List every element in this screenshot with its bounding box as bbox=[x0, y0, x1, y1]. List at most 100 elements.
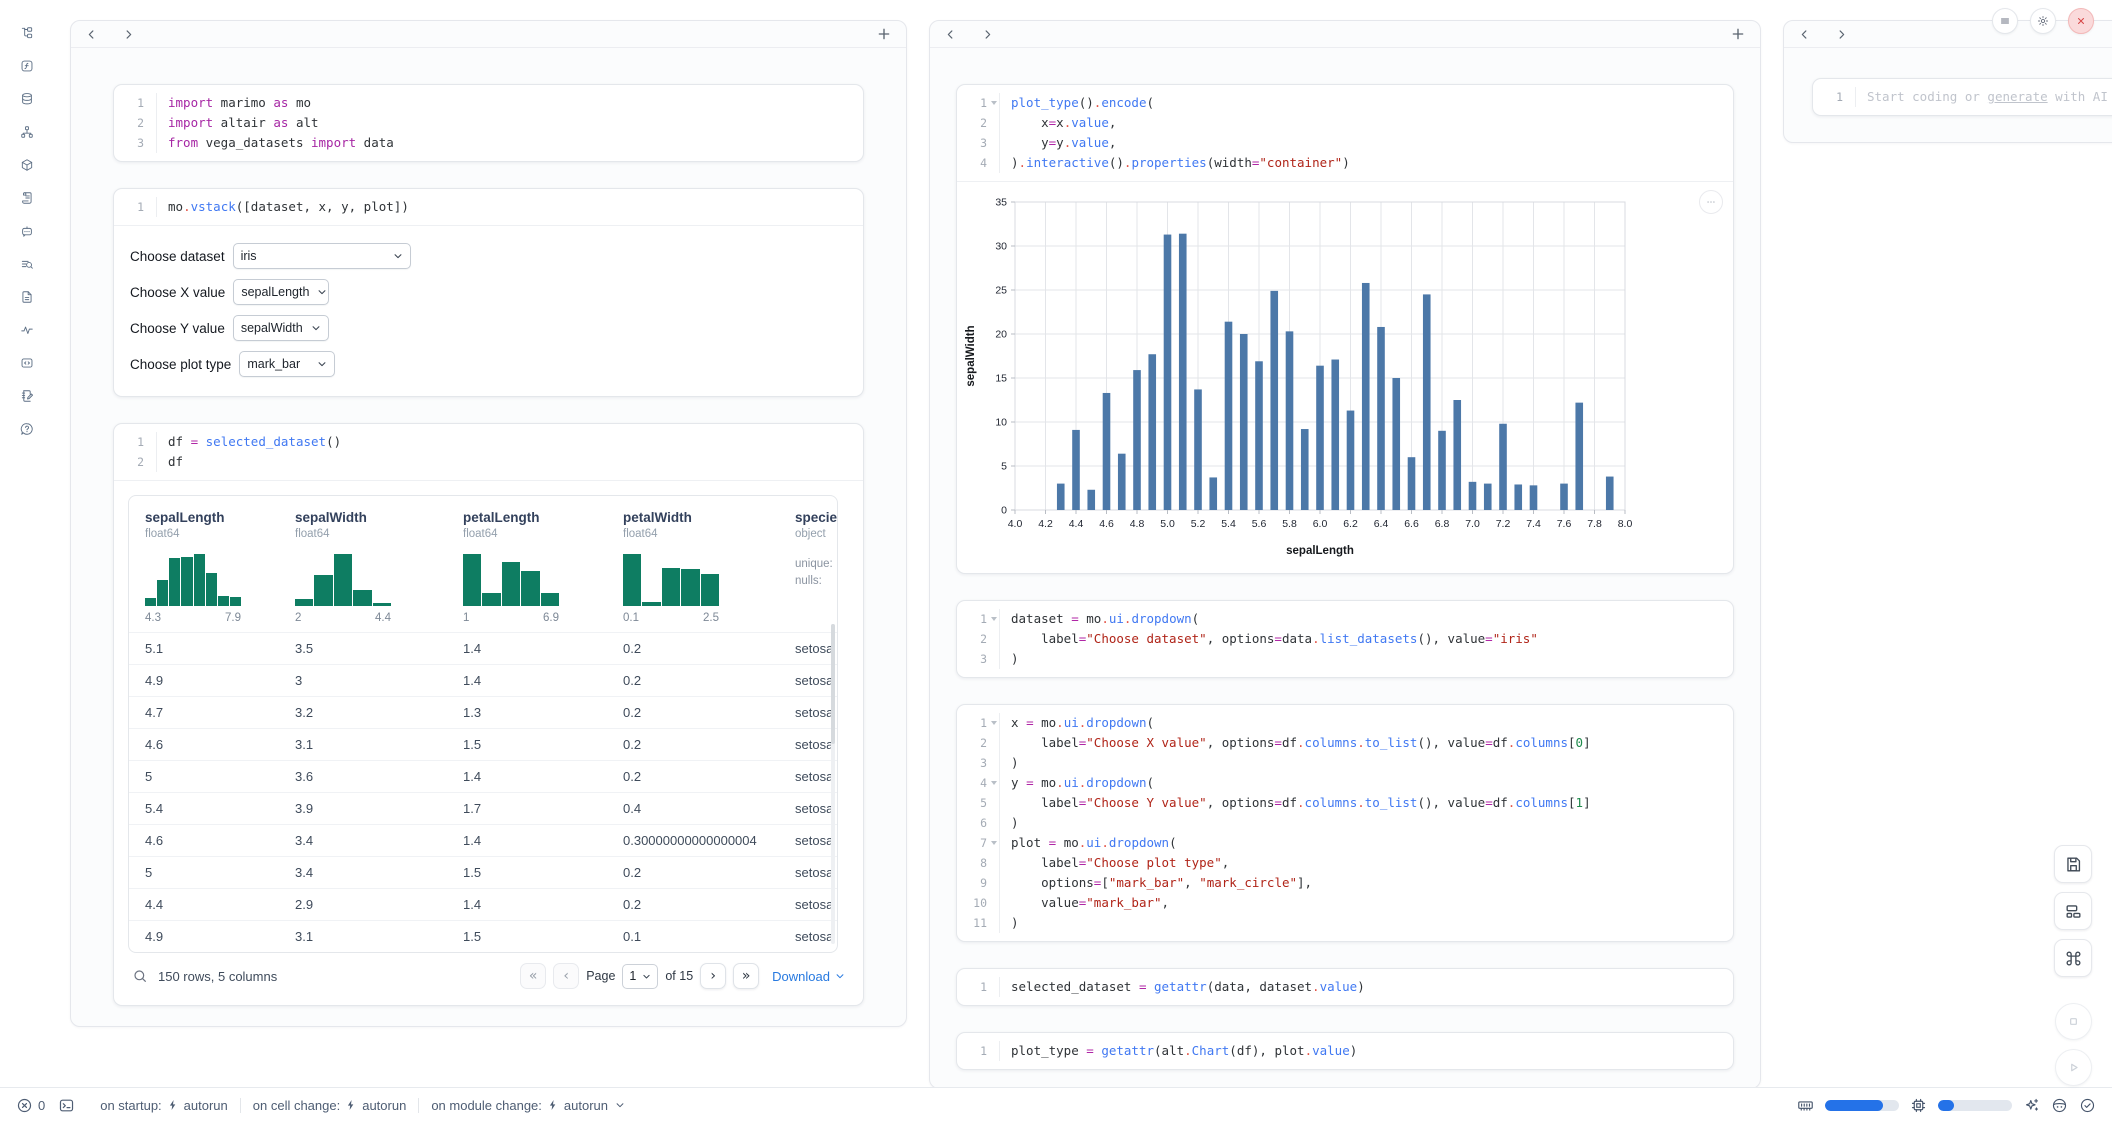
table-row: 4.63.11.50.2setosa bbox=[129, 728, 837, 760]
table-cell: 0.2 bbox=[623, 673, 775, 688]
menu-icon[interactable] bbox=[1992, 8, 2018, 34]
document-icon[interactable] bbox=[14, 284, 40, 310]
help-icon[interactable] bbox=[14, 416, 40, 442]
table-scrollbar[interactable] bbox=[831, 624, 835, 944]
add-cell-icon[interactable] bbox=[1730, 26, 1746, 42]
svg-text:5.0: 5.0 bbox=[1160, 518, 1175, 530]
bot-icon[interactable] bbox=[2051, 1097, 2068, 1114]
line-number: 1 bbox=[980, 1041, 989, 1061]
y-value-dropdown[interactable]: sepalWidth bbox=[233, 315, 329, 341]
file-tree-icon[interactable] bbox=[14, 20, 40, 46]
svg-text:8.0: 8.0 bbox=[1618, 518, 1633, 530]
svg-text:6.4: 6.4 bbox=[1374, 518, 1389, 530]
activity-icon[interactable] bbox=[14, 317, 40, 343]
autorun-setting[interactable]: on startup:autorun bbox=[88, 1098, 240, 1113]
dataset-dropdown[interactable]: iris bbox=[233, 243, 411, 269]
svg-text:6.6: 6.6 bbox=[1404, 518, 1419, 530]
download-button[interactable]: Download bbox=[772, 969, 845, 984]
terminal-icon[interactable] bbox=[58, 1097, 75, 1114]
chevron-right-icon[interactable] bbox=[981, 28, 994, 41]
code-editor[interactable]: 1plot_type().encode(2 x=x.value,3 y=y.va… bbox=[957, 85, 1733, 181]
dropdown-label: Choose dataset bbox=[130, 249, 225, 264]
chevron-left-icon[interactable] bbox=[1798, 28, 1811, 41]
chart-menu-button[interactable] bbox=[1699, 190, 1723, 214]
cell-output: Choose datasetirisChoose X valuesepalLen… bbox=[114, 225, 863, 396]
svg-text:5.4: 5.4 bbox=[1221, 518, 1236, 530]
cell-plot-type: 1plot_type = getattr(alt.Chart(df), plot… bbox=[956, 1032, 1734, 1070]
table-cell: 1.7 bbox=[463, 801, 623, 816]
chatbot-icon[interactable] bbox=[14, 218, 40, 244]
package-icon[interactable] bbox=[14, 152, 40, 178]
settings-gear-icon[interactable] bbox=[2030, 8, 2056, 34]
svg-text:6.8: 6.8 bbox=[1435, 518, 1450, 530]
chevron-left-icon[interactable] bbox=[944, 28, 957, 41]
layout-icon[interactable] bbox=[2054, 892, 2092, 930]
chevron-right-icon[interactable] bbox=[122, 28, 135, 41]
table-row: 5.43.91.70.4setosa bbox=[129, 792, 837, 824]
page-select[interactable]: 1 bbox=[622, 964, 658, 989]
bolt-icon bbox=[167, 1099, 179, 1111]
generate-with-ai-link[interactable]: generate bbox=[1987, 89, 2047, 104]
line-number: 2 bbox=[980, 733, 989, 753]
code-line: 1plot_type().encode( bbox=[957, 93, 1733, 113]
svg-text:5: 5 bbox=[1001, 461, 1007, 473]
search-list-icon[interactable] bbox=[14, 251, 40, 277]
command-icon[interactable] bbox=[2054, 939, 2092, 977]
autorun-setting[interactable]: on module change:autorun bbox=[418, 1098, 637, 1113]
search-icon[interactable] bbox=[132, 968, 148, 984]
scroll-icon[interactable] bbox=[14, 185, 40, 211]
notebook-edit-icon[interactable] bbox=[14, 383, 40, 409]
x-value-dropdown[interactable]: sepalLength bbox=[233, 279, 329, 305]
add-cell-icon[interactable] bbox=[876, 26, 892, 42]
notebook-column-2: 1plot_type().encode(2 x=x.value,3 y=y.va… bbox=[929, 20, 1761, 1088]
check-circle-icon[interactable] bbox=[2079, 1097, 2096, 1114]
first-page-button[interactable]: « bbox=[520, 963, 546, 989]
cell-vstack: 1mo.vstack([dataset, x, y, plot]) Choose… bbox=[113, 188, 864, 397]
sparkles-ai-icon[interactable] bbox=[2023, 1097, 2040, 1114]
plot-type-dropdown[interactable]: mark_bar bbox=[239, 351, 335, 377]
cpu-icon bbox=[1910, 1097, 1927, 1114]
table-cell: 3.4 bbox=[295, 865, 463, 880]
cell-xyplot-dropdowns: 1x = mo.ui.dropdown(2 label="Choose X va… bbox=[956, 704, 1734, 942]
cell-empty: 1 Start coding or generate with AI bbox=[1812, 78, 2112, 116]
chevron-left-icon[interactable] bbox=[85, 28, 98, 41]
fold-caret-icon[interactable] bbox=[989, 781, 999, 785]
svg-text:15: 15 bbox=[995, 373, 1007, 385]
fold-caret-icon[interactable] bbox=[989, 841, 999, 845]
database-icon[interactable] bbox=[14, 86, 40, 112]
code-editor[interactable]: 1x = mo.ui.dropdown(2 label="Choose X va… bbox=[957, 705, 1733, 941]
code-line: 1mo.vstack([dataset, x, y, plot]) bbox=[114, 197, 863, 217]
next-page-button[interactable]: › bbox=[700, 963, 726, 989]
code-editor[interactable]: 1plot_type = getattr(alt.Chart(df), plot… bbox=[957, 1033, 1733, 1069]
prev-page-button[interactable]: ‹ bbox=[553, 963, 579, 989]
table-cell: 0.2 bbox=[623, 705, 775, 720]
code-editor[interactable]: 1df = selected_dataset()2df bbox=[114, 424, 863, 480]
fold-caret-icon[interactable] bbox=[989, 721, 999, 725]
table-column-header: sepalWidthfloat6424.4 bbox=[295, 510, 463, 624]
error-count-badge[interactable]: 0 bbox=[16, 1097, 45, 1114]
code-line: 2 x=x.value, bbox=[957, 113, 1733, 133]
fold-caret-icon[interactable] bbox=[989, 617, 999, 621]
code-line: 1dataset = mo.ui.dropdown( bbox=[957, 609, 1733, 629]
code-line: 4).interactive().properties(width="conta… bbox=[957, 153, 1733, 173]
autorun-setting[interactable]: on cell change:autorun bbox=[240, 1098, 419, 1113]
run-icon[interactable] bbox=[2055, 1049, 2092, 1086]
code-editor[interactable]: 1dataset = mo.ui.dropdown(2 label="Choos… bbox=[957, 601, 1733, 677]
code-editor[interactable]: 1import marimo as mo2import altair as al… bbox=[114, 85, 863, 161]
table-cell: 1.3 bbox=[463, 705, 623, 720]
svg-text:5.6: 5.6 bbox=[1252, 518, 1267, 530]
code-editor[interactable]: 1 Start coding or generate with AI bbox=[1813, 79, 2112, 115]
table-cell: 4.9 bbox=[145, 929, 295, 944]
chevron-right-icon[interactable] bbox=[1835, 28, 1848, 41]
code-snippet-icon[interactable] bbox=[14, 350, 40, 376]
code-editor[interactable]: 1mo.vstack([dataset, x, y, plot]) bbox=[114, 189, 863, 225]
fold-caret-icon[interactable] bbox=[989, 101, 999, 105]
close-icon[interactable] bbox=[2068, 8, 2094, 34]
stop-icon[interactable] bbox=[2055, 1003, 2092, 1040]
last-page-button[interactable]: » bbox=[733, 963, 759, 989]
save-icon[interactable] bbox=[2054, 845, 2092, 883]
sitemap-icon[interactable] bbox=[14, 119, 40, 145]
code-editor[interactable]: 1selected_dataset = getattr(data, datase… bbox=[957, 969, 1733, 1005]
function-icon[interactable] bbox=[14, 53, 40, 79]
altair-bar-chart[interactable]: 4.04.24.44.64.85.05.25.45.65.86.06.26.46… bbox=[961, 190, 1641, 562]
